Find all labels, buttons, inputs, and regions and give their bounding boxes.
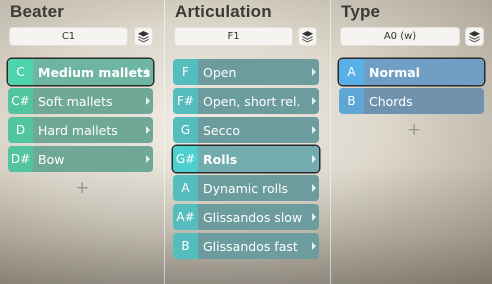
item-label: Chords [364, 88, 484, 114]
item-label: Rolls [198, 146, 319, 172]
item-key: A [173, 175, 198, 201]
item-key: B [173, 233, 198, 259]
item-label: Glissandos fast [198, 233, 319, 259]
type-list: A Normal B Chords [339, 59, 484, 117]
chevron-right-icon[interactable] [146, 68, 150, 76]
item-key: A# [173, 204, 198, 230]
item-label: Normal [364, 59, 484, 85]
add-item-button[interactable]: + [407, 122, 421, 139]
item-label: Open, short rel. [198, 88, 319, 114]
list-item[interactable]: B Glissandos fast [173, 233, 319, 259]
item-label: Open [198, 59, 319, 85]
layers-icon [138, 31, 149, 43]
articulation-columns: Beater C1 C Medium mallets C# Soft malle… [0, 0, 492, 284]
list-item[interactable]: G# Rolls [173, 146, 319, 172]
item-key: D [8, 117, 33, 143]
list-item[interactable]: B Chords [339, 88, 484, 114]
list-item[interactable]: A# Glissandos slow [173, 204, 319, 230]
item-key: G# [173, 146, 198, 172]
add-item-button[interactable]: + [75, 180, 89, 197]
list-item[interactable]: F Open [173, 59, 319, 85]
keyswitch-field[interactable]: A0 (w) [340, 27, 460, 46]
layers-button[interactable] [465, 27, 484, 46]
list-item[interactable]: A Dynamic rolls [173, 175, 319, 201]
chevron-right-icon[interactable] [312, 68, 316, 76]
column-title: Beater [10, 2, 65, 21]
keyswitch-field[interactable]: C1 [9, 27, 128, 46]
item-key: F# [173, 88, 198, 114]
chevron-right-icon[interactable] [146, 97, 150, 105]
column-articulation: Articulation F1 F Open F# Open, short re… [165, 0, 331, 284]
column-title: Type [341, 2, 381, 21]
chevron-right-icon[interactable] [312, 97, 316, 105]
item-key: C# [8, 88, 33, 114]
item-label: Secco [198, 117, 319, 143]
item-label: Hard mallets [33, 117, 153, 143]
item-key: D# [8, 146, 33, 172]
item-label: Dynamic rolls [198, 175, 319, 201]
item-label: Glissandos slow [198, 204, 319, 230]
item-key: F [173, 59, 198, 85]
chevron-right-icon[interactable] [146, 126, 150, 134]
item-label: Medium mallets [33, 59, 153, 85]
chevron-right-icon[interactable] [312, 155, 316, 163]
list-item[interactable]: D# Bow [8, 146, 153, 172]
articulation-list: F Open F# Open, short rel. G Secco G# Ro… [173, 59, 319, 262]
item-key: B [339, 88, 364, 114]
list-item[interactable]: A Normal [339, 59, 484, 85]
item-key: C [8, 59, 33, 85]
layers-button[interactable] [298, 27, 317, 46]
item-label: Soft mallets [33, 88, 153, 114]
column-beater: Beater C1 C Medium mallets C# Soft malle… [0, 0, 165, 284]
beater-list: C Medium mallets C# Soft mallets D Hard … [8, 59, 153, 175]
chevron-right-icon[interactable] [146, 155, 150, 163]
chevron-right-icon[interactable] [312, 126, 316, 134]
add-item-button[interactable]: + [241, 265, 255, 282]
list-item[interactable]: C Medium mallets [8, 59, 153, 85]
list-item[interactable]: F# Open, short rel. [173, 88, 319, 114]
list-item[interactable]: D Hard mallets [8, 117, 153, 143]
layers-icon [469, 31, 480, 43]
chevron-right-icon[interactable] [312, 184, 316, 192]
keyswitch-field[interactable]: F1 [174, 27, 293, 46]
item-key: G [173, 117, 198, 143]
list-item[interactable]: G Secco [173, 117, 319, 143]
item-label: Bow [33, 146, 153, 172]
list-item[interactable]: C# Soft mallets [8, 88, 153, 114]
column-type: Type A0 (w) A Normal B Chords + [331, 0, 492, 284]
chevron-right-icon[interactable] [312, 213, 316, 221]
layers-button[interactable] [134, 27, 153, 46]
column-title: Articulation [175, 2, 272, 21]
layers-icon [302, 31, 313, 43]
chevron-right-icon[interactable] [312, 242, 316, 250]
item-key: A [339, 59, 364, 85]
